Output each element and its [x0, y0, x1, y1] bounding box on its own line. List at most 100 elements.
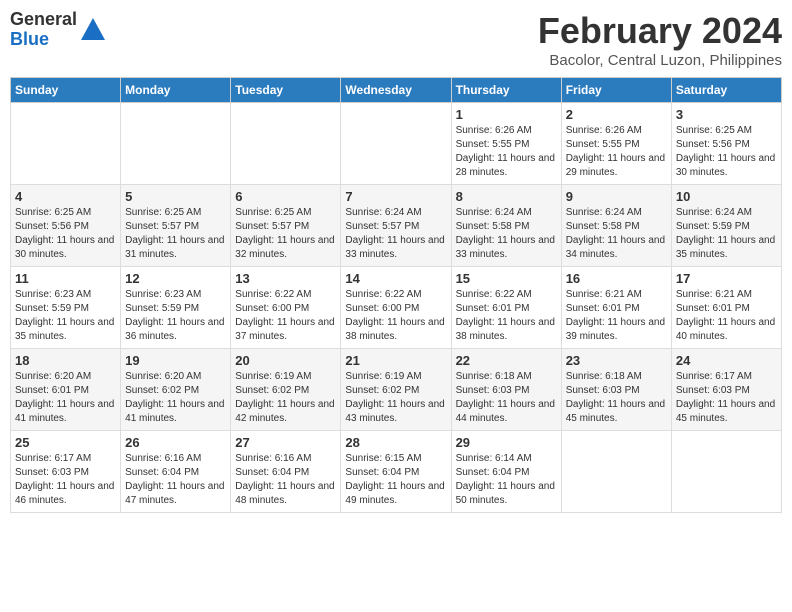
calendar-cell: 16Sunrise: 6:21 AM Sunset: 6:01 PM Dayli… [561, 267, 671, 349]
day-number: 17 [676, 271, 777, 286]
header-row: SundayMondayTuesdayWednesdayThursdayFrid… [11, 78, 782, 103]
day-number: 2 [566, 107, 667, 122]
day-number: 1 [456, 107, 557, 122]
day-info: Sunrise: 6:19 AM Sunset: 6:02 PM Dayligh… [235, 370, 336, 426]
day-number: 26 [125, 435, 226, 450]
day-info: Sunrise: 6:16 AM Sunset: 6:04 PM Dayligh… [125, 452, 226, 508]
calendar-cell: 6Sunrise: 6:25 AM Sunset: 5:57 PM Daylig… [231, 185, 341, 267]
day-info: Sunrise: 6:24 AM Sunset: 5:58 PM Dayligh… [456, 206, 557, 262]
calendar-cell: 25 Sunrise: 6:17 AM Sunset: 6:03 PM Dayli… [11, 431, 121, 513]
day-number: 10 [676, 189, 777, 204]
day-number: 14 [345, 271, 446, 286]
day-number: 12 [125, 271, 226, 286]
day-number: 9 [566, 189, 667, 204]
calendar-cell: 15 Sunrise: 6:22 AM Sunset: 6:01 PM Dayli… [451, 267, 561, 349]
day-number: 15 [456, 271, 557, 286]
header-tuesday: Tuesday [231, 78, 341, 103]
title-area: February 2024 Bacolor, Central Luzon, Ph… [538, 10, 782, 69]
calendar-cell: 18 Sunrise: 6:20 AM Sunset: 6:01 PM Dayli… [11, 349, 121, 431]
day-info: Sunrise: 6:24 AM Sunset: 5:58 PM Dayligh… [566, 206, 667, 262]
calendar-cell [561, 431, 671, 513]
calendar-cell: 5 Sunrise: 6:25 AM Sunset: 5:57 PM Daylig… [121, 185, 231, 267]
calendar-cell: 21 Sunrise: 6:19 AM Sunset: 6:02 PM Dayli… [341, 349, 451, 431]
day-number: 25 [15, 435, 116, 450]
day-number: 19 [125, 353, 226, 368]
calendar-cell: 27 Sunrise: 6:16 AM Sunset: 6:04 PM Dayli… [231, 431, 341, 513]
day-number: 22 [456, 353, 557, 368]
month-title: February 2024 [538, 10, 782, 52]
calendar-cell: 22Sunrise: 6:18 AM Sunset: 6:03 PM Dayli… [451, 349, 561, 431]
day-number: 6 [235, 189, 336, 204]
week-row-3: 18 Sunrise: 6:20 AM Sunset: 6:01 PM Dayli… [11, 349, 782, 431]
calendar-cell: 13 Sunrise: 6:22 AM Sunset: 6:00 PM Dayli… [231, 267, 341, 349]
calendar-cell [231, 103, 341, 185]
day-info: Sunrise: 6:26 AM Sunset: 5:55 PM Dayligh… [566, 124, 667, 180]
calendar-cell: 24 Sunrise: 6:17 AM Sunset: 6:03 PM Dayli… [671, 349, 781, 431]
day-info: Sunrise: 6:14 AM Sunset: 6:04 PM Dayligh… [456, 452, 557, 508]
header-friday: Friday [561, 78, 671, 103]
day-number: 29 [456, 435, 557, 450]
calendar-cell: 9 Sunrise: 6:24 AM Sunset: 5:58 PM Daylig… [561, 185, 671, 267]
day-info: Sunrise: 6:26 AM Sunset: 5:55 PM Dayligh… [456, 124, 557, 180]
day-info: Sunrise: 6:22 AM Sunset: 6:00 PM Dayligh… [345, 288, 446, 344]
day-number: 3 [676, 107, 777, 122]
logo-blue: Blue [10, 30, 77, 50]
day-number: 27 [235, 435, 336, 450]
week-row-1: 4Sunrise: 6:25 AM Sunset: 5:56 PM Daylig… [11, 185, 782, 267]
day-info: Sunrise: 6:17 AM Sunset: 6:03 PM Dayligh… [676, 370, 777, 426]
calendar-cell: 12 Sunrise: 6:23 AM Sunset: 5:59 PM Dayli… [121, 267, 231, 349]
day-number: 18 [15, 353, 116, 368]
day-info: Sunrise: 6:23 AM Sunset: 5:59 PM Dayligh… [15, 288, 116, 344]
day-number: 20 [235, 353, 336, 368]
day-number: 8 [456, 189, 557, 204]
week-row-2: 11 Sunrise: 6:23 AM Sunset: 5:59 PM Dayli… [11, 267, 782, 349]
day-number: 23 [566, 353, 667, 368]
calendar-cell [11, 103, 121, 185]
calendar-cell: 3 Sunrise: 6:25 AM Sunset: 5:56 PM Daylig… [671, 103, 781, 185]
location: Bacolor, Central Luzon, Philippines [538, 52, 782, 69]
calendar-cell: 8 Sunrise: 6:24 AM Sunset: 5:58 PM Daylig… [451, 185, 561, 267]
day-number: 28 [345, 435, 446, 450]
day-info: Sunrise: 6:19 AM Sunset: 6:02 PM Dayligh… [345, 370, 446, 426]
day-info: Sunrise: 6:24 AM Sunset: 5:57 PM Dayligh… [345, 206, 446, 262]
calendar-cell [121, 103, 231, 185]
logo: General Blue [10, 10, 107, 50]
day-info: Sunrise: 6:23 AM Sunset: 5:59 PM Dayligh… [125, 288, 226, 344]
day-info: Sunrise: 6:20 AM Sunset: 6:02 PM Dayligh… [125, 370, 226, 426]
day-number: 21 [345, 353, 446, 368]
day-info: Sunrise: 6:21 AM Sunset: 6:01 PM Dayligh… [676, 288, 777, 344]
header-thursday: Thursday [451, 78, 561, 103]
calendar-cell: 2 Sunrise: 6:26 AM Sunset: 5:55 PM Daylig… [561, 103, 671, 185]
day-info: Sunrise: 6:22 AM Sunset: 6:00 PM Dayligh… [235, 288, 336, 344]
day-number: 5 [125, 189, 226, 204]
day-info: Sunrise: 6:20 AM Sunset: 6:01 PM Dayligh… [15, 370, 116, 426]
header-wednesday: Wednesday [341, 78, 451, 103]
calendar-table: SundayMondayTuesdayWednesdayThursdayFrid… [10, 77, 782, 513]
header-sunday: Sunday [11, 78, 121, 103]
day-info: Sunrise: 6:25 AM Sunset: 5:57 PM Dayligh… [125, 206, 226, 262]
header-saturday: Saturday [671, 78, 781, 103]
calendar-cell: 4Sunrise: 6:25 AM Sunset: 5:56 PM Daylig… [11, 185, 121, 267]
logo-general: General [10, 10, 77, 30]
calendar-cell: 11 Sunrise: 6:23 AM Sunset: 5:59 PM Dayli… [11, 267, 121, 349]
day-number: 7 [345, 189, 446, 204]
calendar-cell: 17 Sunrise: 6:21 AM Sunset: 6:01 PM Dayli… [671, 267, 781, 349]
day-number: 13 [235, 271, 336, 286]
day-number: 11 [15, 271, 116, 286]
week-row-0: 1 Sunrise: 6:26 AM Sunset: 5:55 PM Daylig… [11, 103, 782, 185]
header-monday: Monday [121, 78, 231, 103]
day-info: Sunrise: 6:16 AM Sunset: 6:04 PM Dayligh… [235, 452, 336, 508]
day-number: 24 [676, 353, 777, 368]
calendar-cell: 23 Sunrise: 6:18 AM Sunset: 6:03 PM Dayli… [561, 349, 671, 431]
day-info: Sunrise: 6:17 AM Sunset: 6:03 PM Dayligh… [15, 452, 116, 508]
week-row-4: 25 Sunrise: 6:17 AM Sunset: 6:03 PM Dayli… [11, 431, 782, 513]
day-info: Sunrise: 6:22 AM Sunset: 6:01 PM Dayligh… [456, 288, 557, 344]
day-info: Sunrise: 6:15 AM Sunset: 6:04 PM Dayligh… [345, 452, 446, 508]
day-info: Sunrise: 6:18 AM Sunset: 6:03 PM Dayligh… [566, 370, 667, 426]
day-info: Sunrise: 6:25 AM Sunset: 5:56 PM Dayligh… [15, 206, 116, 262]
day-info: Sunrise: 6:24 AM Sunset: 5:59 PM Dayligh… [676, 206, 777, 262]
calendar-cell [671, 431, 781, 513]
calendar-cell: 29 Sunrise: 6:14 AM Sunset: 6:04 PM Dayli… [451, 431, 561, 513]
day-info: Sunrise: 6:25 AM Sunset: 5:56 PM Dayligh… [676, 124, 777, 180]
calendar-cell [341, 103, 451, 185]
